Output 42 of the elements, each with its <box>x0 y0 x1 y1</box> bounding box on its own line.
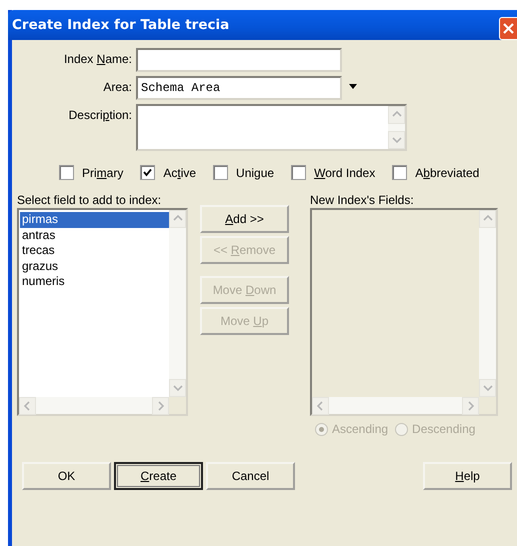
checkbox-label: Word Index <box>314 166 376 180</box>
check-icon <box>143 168 152 177</box>
scroll-up-button[interactable] <box>388 106 405 124</box>
description-field[interactable] <box>136 104 407 151</box>
dialog-button[interactable]: Cancel <box>206 462 295 490</box>
checkbox[interactable] <box>392 165 408 180</box>
checkbox-label: Active <box>163 166 196 180</box>
list-item[interactable]: pirmas <box>20 212 169 228</box>
checkbox[interactable] <box>291 165 306 180</box>
checkbox-label: Unigue <box>236 166 274 180</box>
field-label: Index Name: <box>62 51 132 68</box>
scrollbar-corner <box>169 397 186 414</box>
close-button[interactable] <box>499 17 517 40</box>
scroll-left-button[interactable] <box>19 397 36 415</box>
list-item[interactable]: grazus <box>20 258 169 274</box>
field-list[interactable]: pirmas antras trecas grazus numeris <box>17 208 188 416</box>
field-label: Area: <box>102 79 132 96</box>
index-name-field[interactable] <box>136 48 342 72</box>
checkbox-label: Abbreviated <box>415 166 480 180</box>
checkbox[interactable] <box>140 165 156 180</box>
scroll-right-button[interactable] <box>152 397 169 415</box>
checkbox[interactable] <box>59 165 74 180</box>
list-item[interactable]: numeris <box>20 274 169 290</box>
area-dropdown[interactable]: Schema Area <box>136 76 342 100</box>
scroll-up-button[interactable] <box>169 210 186 228</box>
window-title: Create Index for Table trecia <box>12 17 230 33</box>
list-item[interactable]: antras <box>20 228 169 243</box>
dialog-button[interactable]: Create <box>114 462 203 490</box>
scroll-down-button[interactable] <box>388 131 405 149</box>
radio-label: Descending <box>412 422 476 436</box>
field-label: Description: <box>68 107 132 124</box>
checkbox-label: Primary <box>82 166 124 180</box>
action-button[interactable]: Add >> <box>200 205 289 233</box>
radio-label: Ascending <box>332 422 388 436</box>
checkbox[interactable] <box>213 165 228 180</box>
list-item[interactable]: trecas <box>20 243 169 258</box>
scroll-down-button[interactable] <box>169 379 186 397</box>
dialog-button[interactable]: Help <box>423 462 512 490</box>
dropdown-arrow-icon[interactable] <box>348 82 358 90</box>
dialog-button[interactable]: OK <box>22 462 111 490</box>
list-label: New Index's Fields: <box>310 193 415 208</box>
list-label: Select field to add to index: <box>17 193 162 208</box>
